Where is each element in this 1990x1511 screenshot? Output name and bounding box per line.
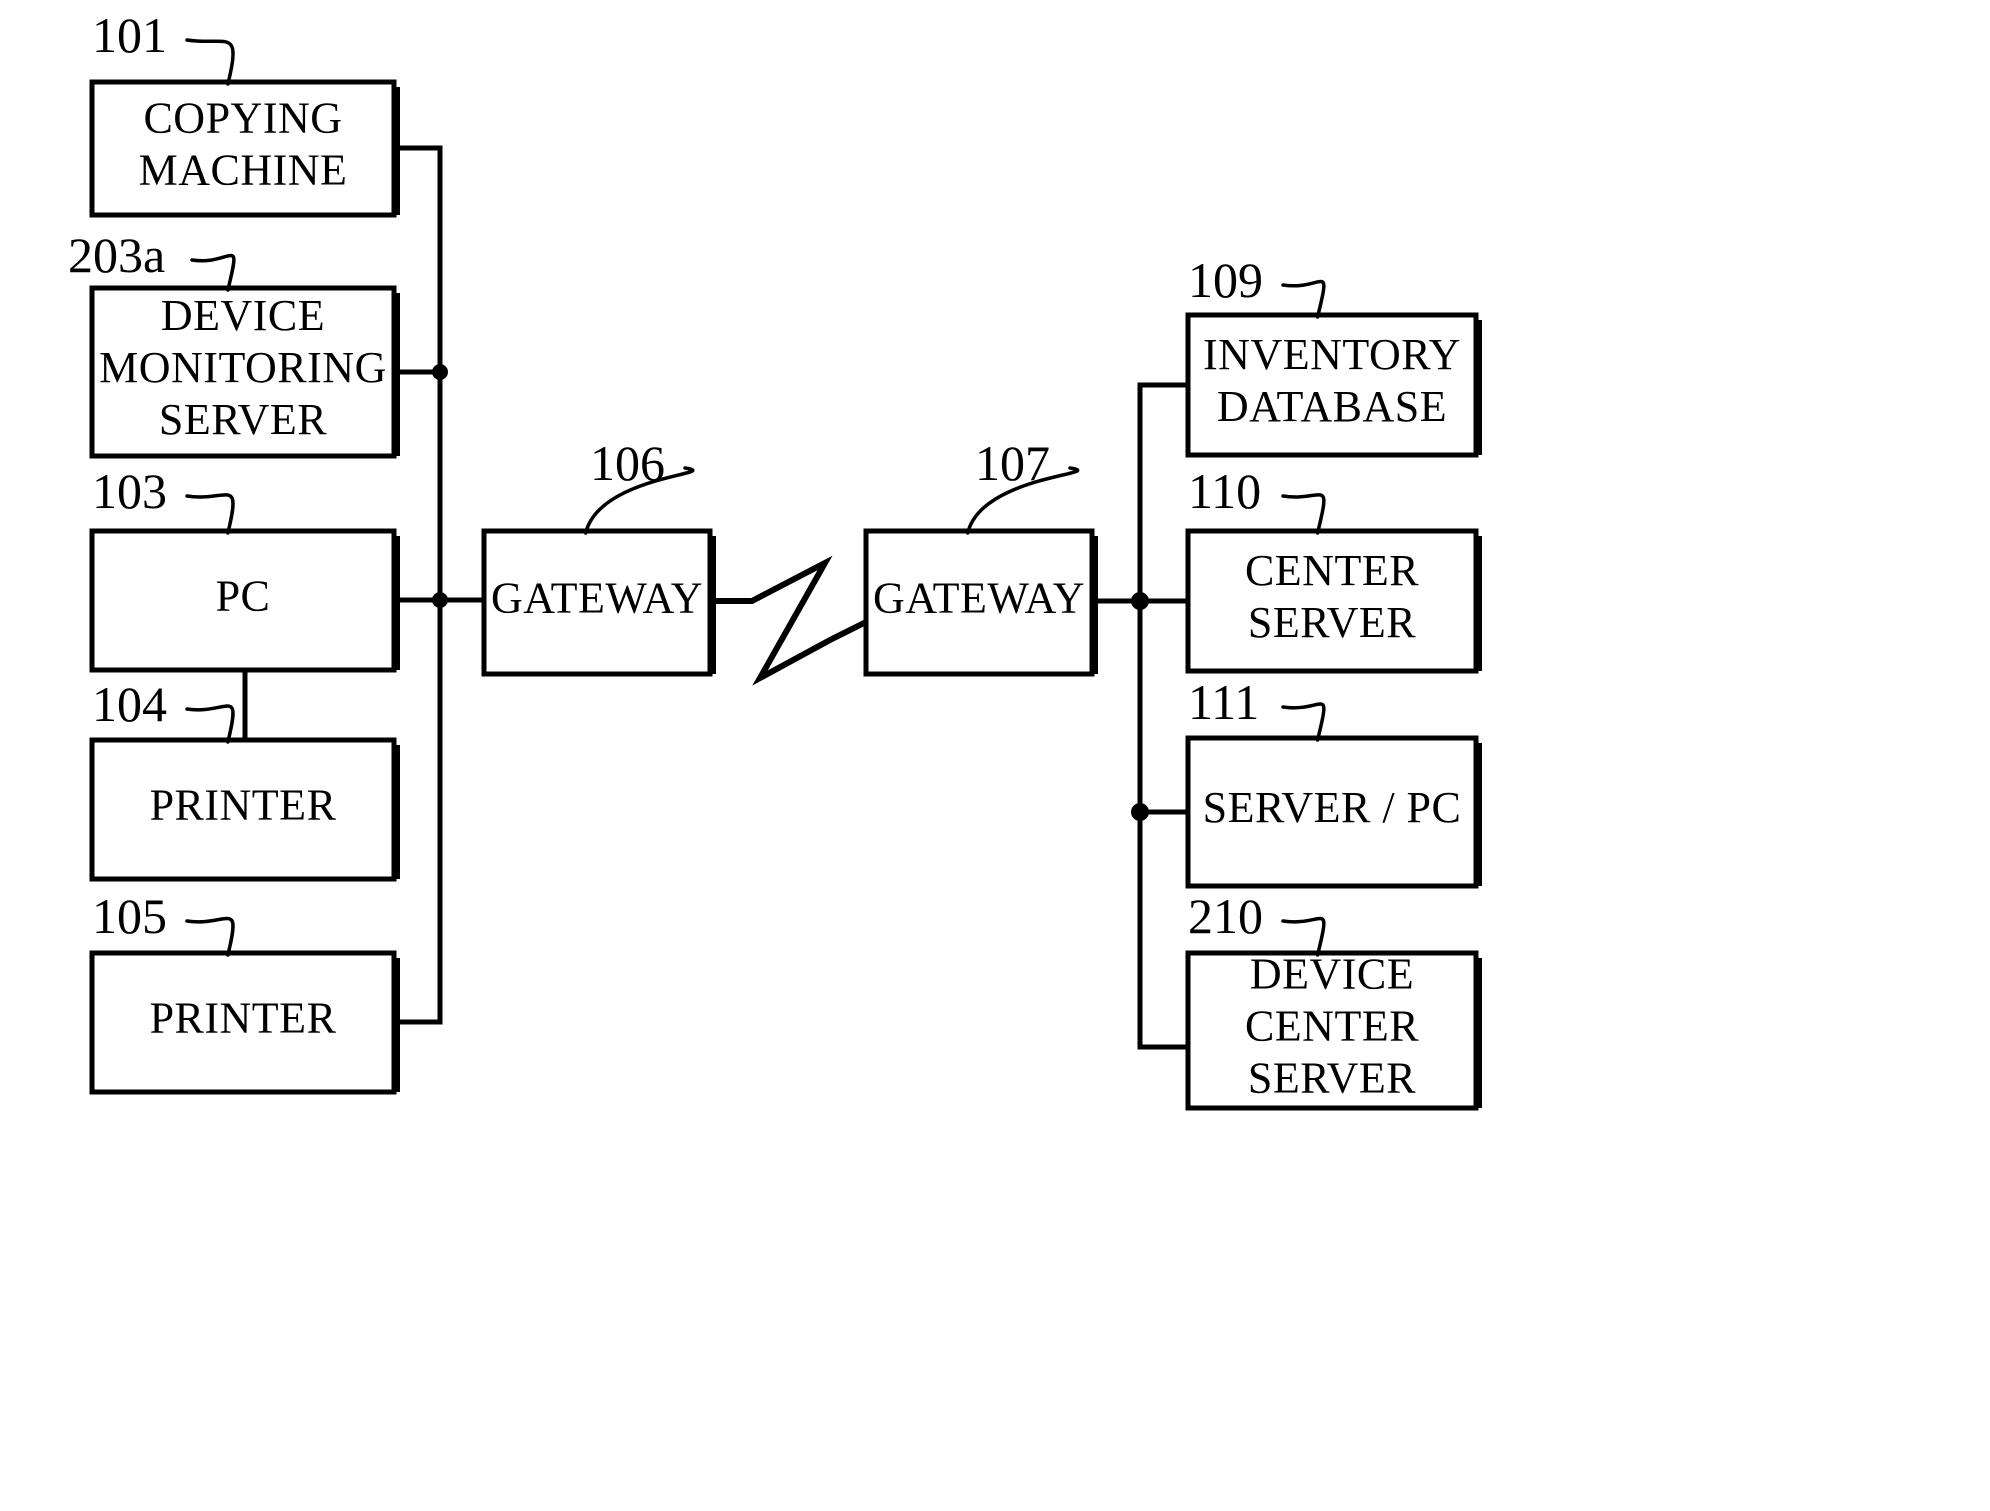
reference-number-text: 111 <box>1188 674 1259 730</box>
junction-dot-center-server <box>1131 592 1149 610</box>
block-label-line: MACHINE <box>139 146 348 195</box>
patent-figure: COPYING MACHINE DEVICE MONITORING SERVER PC PR… <box>0 0 1990 1511</box>
leader-line <box>185 704 235 744</box>
reference-101: 101 <box>92 7 235 86</box>
reference-number-text: 210 <box>1188 888 1263 944</box>
leader-line <box>1281 702 1326 742</box>
reference-number-text: 110 <box>1188 463 1261 519</box>
junction-dot-server-pc <box>1131 803 1149 821</box>
leader-line <box>190 253 236 292</box>
reference-105: 105 <box>92 888 235 957</box>
reference-104: 104 <box>92 676 235 744</box>
block-label-line: INVENTORY <box>1203 330 1461 379</box>
block-label-line: GATEWAY <box>491 574 703 623</box>
reference-number-text: 203a <box>68 227 165 283</box>
reference-number-text: 105 <box>92 888 167 944</box>
junction-dot-dms <box>432 364 448 380</box>
junction-dot-pc <box>432 592 448 608</box>
reference-106: 106 <box>583 435 695 535</box>
leader-line <box>185 38 235 86</box>
block-label-line: DEVICE <box>1250 950 1414 999</box>
blocks-layer: COPYINGMACHINEDEVICEMONITORINGSERVERPCPR… <box>89 79 1482 1111</box>
block-label-line: MONITORING <box>99 343 387 392</box>
reference-107: 107 <box>965 435 1080 535</box>
block-label-line: SERVER <box>159 395 327 444</box>
block-label-line: SERVER <box>1248 598 1416 647</box>
block-server-pc[interactable]: SERVER / PC <box>1185 735 1482 889</box>
leader-line <box>1281 279 1326 319</box>
reference-number-text: 103 <box>92 463 167 519</box>
block-diagram-canvas: COPYINGMACHINEDEVICEMONITORINGSERVERPCPR… <box>68 7 1482 1111</box>
block-label-line: DEVICE <box>161 291 325 340</box>
reference-number-text: 109 <box>1188 252 1263 308</box>
leader-line <box>1281 493 1326 535</box>
block-printer-105[interactable]: PRINTER <box>89 950 400 1095</box>
reference-number-text: 104 <box>92 676 167 732</box>
block-inventory-database[interactable]: INVENTORYDATABASE <box>1185 312 1482 458</box>
block-label-line: CENTER <box>1245 546 1419 595</box>
block-device-center-server[interactable]: DEVICECENTERSERVER <box>1185 950 1482 1111</box>
block-gateway-107[interactable]: GATEWAY <box>863 528 1098 677</box>
reference-109: 109 <box>1188 252 1326 319</box>
right-network-bus <box>1089 382 1191 1050</box>
block-label-line: SERVER <box>1248 1054 1416 1103</box>
reference-203a: 203a <box>68 227 236 292</box>
block-label-line: SERVER / PC <box>1203 783 1462 832</box>
reference-103: 103 <box>92 463 235 535</box>
block-label-line: PC <box>216 572 271 621</box>
block-label-line: PRINTER <box>150 994 337 1043</box>
block-pc[interactable]: PC <box>89 528 400 673</box>
left-network-bus <box>391 145 487 1025</box>
wireless-zigzag-link <box>710 555 868 686</box>
block-label-line: DATABASE <box>1217 382 1447 431</box>
reference-210: 210 <box>1188 888 1326 957</box>
block-copying-machine[interactable]: COPYINGMACHINE <box>89 79 400 218</box>
block-label-line: CENTER <box>1245 1002 1419 1051</box>
block-printer-104[interactable]: PRINTER <box>89 737 400 882</box>
block-label-line: PRINTER <box>150 781 337 830</box>
leader-line <box>185 493 235 535</box>
block-center-server[interactable]: CENTERSERVER <box>1185 528 1482 674</box>
reference-111: 111 <box>1188 674 1326 742</box>
block-label-line: GATEWAY <box>873 574 1085 623</box>
reference-number-text: 101 <box>92 7 167 63</box>
reference-110: 110 <box>1188 463 1326 535</box>
block-gateway-106[interactable]: GATEWAY <box>481 528 716 677</box>
leader-line <box>185 916 235 957</box>
block-label-line: COPYING <box>143 94 342 143</box>
block-device-monitoring-server[interactable]: DEVICEMONITORINGSERVER <box>89 285 400 459</box>
